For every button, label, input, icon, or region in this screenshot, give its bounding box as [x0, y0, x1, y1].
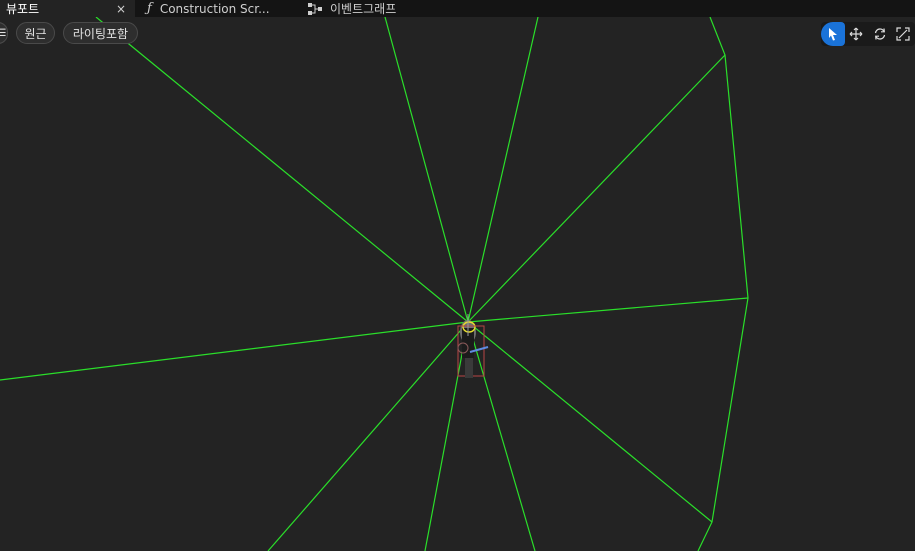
perspective-button[interactable]: 원근	[16, 22, 55, 44]
menu-icon: ☰	[0, 27, 7, 39]
move-icon	[849, 27, 863, 41]
lighting-mode-label: 라이팅포함	[72, 26, 129, 41]
tab-viewport[interactable]: 뷰포트 ×	[0, 0, 135, 17]
viewport-scene[interactable]	[0, 17, 915, 551]
event-graph-icon	[308, 2, 322, 15]
lighting-mode-button[interactable]: 라이팅포함	[63, 22, 138, 44]
tab-construction-script[interactable]: ƒ Construction Scr...	[147, 0, 297, 17]
move-mode-button[interactable]	[845, 22, 869, 46]
select-arrow-icon	[828, 28, 837, 41]
character-actor[interactable]	[457, 314, 489, 378]
tab-bar: 뷰포트 × ƒ Construction Scr... 이벤트그래프	[0, 0, 915, 17]
scale-icon	[896, 27, 910, 41]
select-mode-button[interactable]	[821, 22, 845, 46]
function-icon: ƒ	[147, 1, 152, 16]
rotate-mode-button[interactable]	[868, 22, 892, 46]
perspective-label: 원근	[24, 26, 47, 41]
tab-viewport-label: 뷰포트	[6, 2, 40, 16]
scale-mode-button[interactable]	[892, 22, 915, 46]
close-icon[interactable]: ×	[114, 0, 128, 17]
rotate-icon	[874, 28, 885, 40]
tab-event-graph[interactable]: 이벤트그래프	[308, 0, 428, 17]
tab-event-graph-label: 이벤트그래프	[330, 2, 397, 16]
tab-construction-script-label: Construction Scr...	[159, 1, 270, 16]
gizmo-lines	[0, 17, 749, 551]
transform-toolbox	[821, 22, 915, 46]
